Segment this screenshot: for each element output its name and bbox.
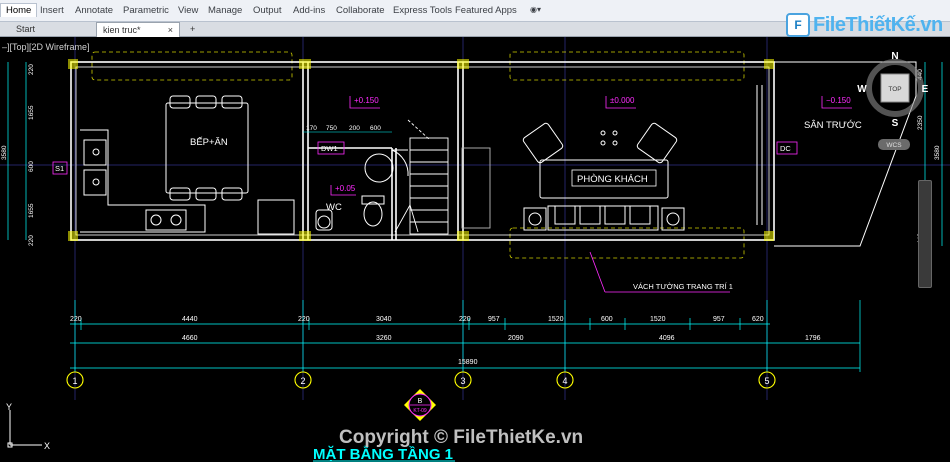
small-dim: 600 xyxy=(370,125,381,132)
tab-kien-truc-label: kien truc* xyxy=(103,25,141,35)
tag-s1: S1 xyxy=(55,164,64,173)
level-marker-3: −0.150 xyxy=(826,96,851,105)
ucs-icon xyxy=(7,410,42,448)
dim-row1-value: 220 xyxy=(459,316,471,323)
viewcube-top[interactable]: TOP xyxy=(888,86,901,93)
tab-start[interactable]: Start xyxy=(10,22,90,37)
ribbon-tab-manage[interactable]: Manage xyxy=(208,5,242,16)
viewcube-south[interactable]: S xyxy=(892,118,899,129)
small-dim: 170 xyxy=(306,125,317,132)
level-marker-1: +0.150 xyxy=(354,96,379,105)
left-dim-value: 220 xyxy=(28,64,35,75)
ucs-y-label: Y xyxy=(6,402,12,412)
dim-row1-value: 600 xyxy=(601,316,613,323)
autocad-window: Home Insert Annotate Parametric View Man… xyxy=(0,0,950,462)
ribbon-tab-parametric[interactable]: Parametric xyxy=(123,5,169,16)
left-dim-value: 1655 xyxy=(28,203,35,218)
dim-row1-value: 220 xyxy=(298,316,310,323)
wcs-menu[interactable]: WCS xyxy=(886,142,902,149)
left-dim-value: 3580 xyxy=(1,145,8,160)
dim-row1-value: 957 xyxy=(713,316,725,323)
ribbon-tab-featured-apps[interactable]: Featured Apps xyxy=(455,5,517,16)
dim-row2-value: 1796 xyxy=(805,335,821,342)
level-marker-4: +0.05 xyxy=(335,184,356,193)
ribbon-tab-collaborate[interactable]: Collaborate xyxy=(336,5,385,16)
dim-row1-value: 1520 xyxy=(548,316,564,323)
viewcube-west[interactable]: W xyxy=(857,84,867,95)
room-label-living: PHÒNG KHÁCH xyxy=(577,174,648,185)
dim-total-value: 15890 xyxy=(458,359,478,366)
dim-row1-value: 3040 xyxy=(376,316,392,323)
dim-row1-value: 1520 xyxy=(650,316,666,323)
axis-label: 5 xyxy=(764,376,769,386)
logo-mark-icon: F xyxy=(786,13,810,37)
tag-dc: DC xyxy=(780,144,791,153)
small-dim: 200 xyxy=(349,125,360,132)
axis-label: 4 xyxy=(562,376,567,386)
viewcube[interactable]: TOP N S E W WCS xyxy=(857,51,929,150)
ribbon-tab-home[interactable]: Home xyxy=(0,3,38,17)
copyright-watermark: Copyright © FileThietKe.vn xyxy=(339,427,584,448)
tag-dw1: DW1 xyxy=(321,144,338,153)
right-dim-value: 3580 xyxy=(934,145,941,160)
logo-text: FileThiếtKế.vn xyxy=(813,13,943,36)
viewcube-east[interactable]: E xyxy=(922,84,929,95)
ribbon-tab-insert[interactable]: Insert xyxy=(40,5,64,16)
add-tab-button[interactable]: + xyxy=(186,22,202,37)
dim-row1-value: 4440 xyxy=(182,316,198,323)
dim-row1-value: 220 xyxy=(70,316,82,323)
left-dim-value: 1655 xyxy=(28,105,35,120)
section-marker-ref: KT-09 xyxy=(413,408,427,414)
ribbon-tab-express-tools[interactable]: Express Tools xyxy=(393,5,452,16)
ribbon-tab-add-ins[interactable]: Add-ins xyxy=(293,5,325,16)
tab-kien-truc[interactable]: kien truc* × xyxy=(96,22,180,37)
ucs-x-label: X xyxy=(44,441,50,451)
viewcube-north[interactable]: N xyxy=(891,51,898,62)
dim-row1-value: 957 xyxy=(488,316,500,323)
dim-row2-value: 3260 xyxy=(376,335,392,342)
room-label-front-yard: SÂN TRƯỚC xyxy=(804,120,862,131)
dim-row2-value: 4096 xyxy=(659,335,675,342)
axis-label: 2 xyxy=(300,376,305,386)
left-dim-value: 220 xyxy=(28,235,35,246)
filethietke-logo: F FileThiếtKế.vn xyxy=(786,10,943,40)
viewport-controls[interactable]: –][Top][2D Wireframe] xyxy=(2,42,90,52)
navigation-bar[interactable] xyxy=(918,180,932,288)
small-dim: 750 xyxy=(326,125,337,132)
axis-label: 3 xyxy=(460,376,465,386)
right-dim-value: 2350 xyxy=(917,115,924,130)
ribbon-tab-annotate[interactable]: Annotate xyxy=(75,5,113,16)
room-label-wc: WC xyxy=(326,202,342,213)
room-label-kitchen: BẾP+ĂN xyxy=(190,137,228,148)
dim-row2-value: 4660 xyxy=(182,335,198,342)
wall-note: VÁCH TƯỜNG TRANG TRÍ 1 xyxy=(633,282,733,291)
dim-row1-value: 620 xyxy=(752,316,764,323)
left-dim-value: 600 xyxy=(28,161,35,172)
axis-label: 1 xyxy=(72,376,77,386)
ribbon-options-icon[interactable]: ◉▾ xyxy=(530,5,541,14)
section-marker: B KT-09 xyxy=(404,389,436,421)
dim-row2-value: 2090 xyxy=(508,335,524,342)
ribbon-tab-view[interactable]: View xyxy=(178,5,198,16)
close-icon[interactable]: × xyxy=(168,23,173,38)
ribbon-tab-output[interactable]: Output xyxy=(253,5,282,16)
section-marker-letter: B xyxy=(418,398,423,405)
level-marker-2: ±0.000 xyxy=(610,96,635,105)
drawing-canvas[interactable]: BẾP+ĂN WC PHÒNG KHÁCH SÂN TRƯỚC DW1 DC S… xyxy=(0,37,950,462)
